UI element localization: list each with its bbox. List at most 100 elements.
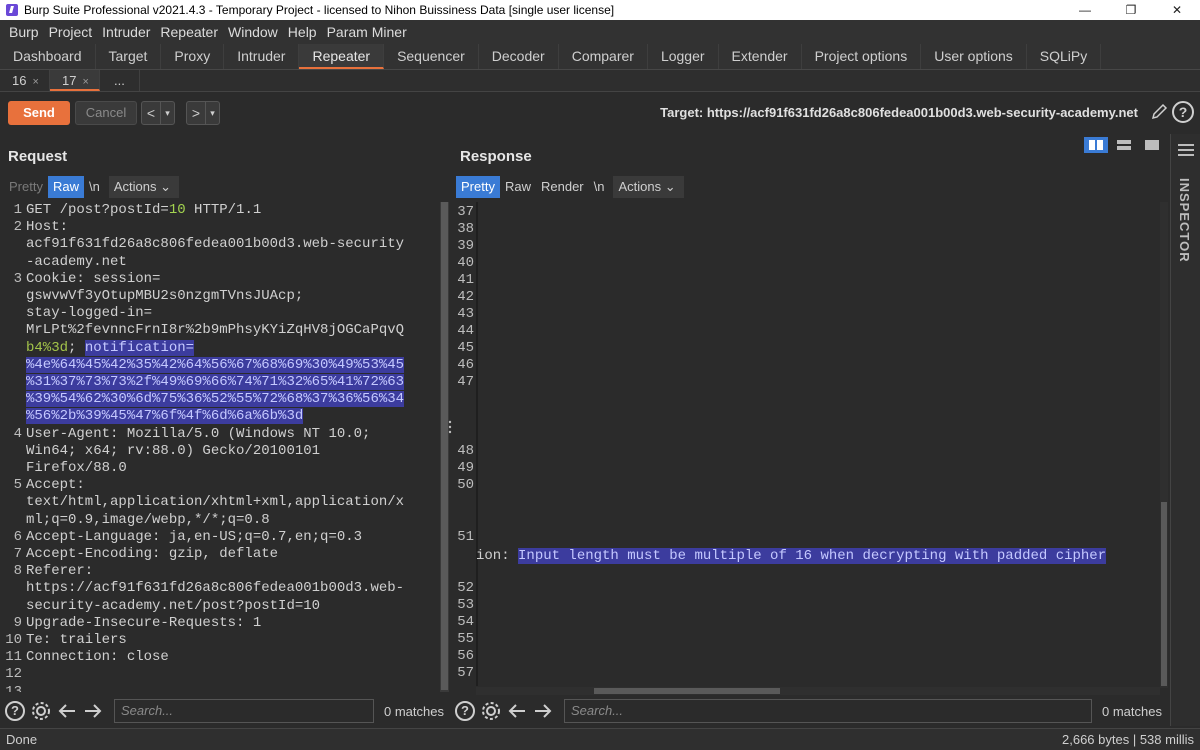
menu-window[interactable]: Window [223,24,283,40]
response-tab-newline[interactable]: \n [589,176,610,198]
header-line: acf91f631fd26a8c806fedea001b00d3.web-sec… [26,236,405,253]
repeater-tab-17[interactable]: 17 × [50,70,100,91]
restore-button[interactable]: ❐ [1108,0,1154,20]
line-number: 43 [457,306,474,322]
tab-sequencer[interactable]: Sequencer [384,44,479,69]
minimize-button[interactable]: — [1062,0,1108,20]
burp-logo-icon [6,4,18,16]
menu-project[interactable]: Project [44,24,98,40]
menu-intruder[interactable]: Intruder [97,24,155,40]
line-number: 54 [457,614,474,630]
back-dropdown-icon[interactable]: ▾ [160,102,174,124]
back-arrow-icon[interactable]: < [142,102,160,124]
menu-help[interactable]: Help [283,24,322,40]
settings-gear-icon[interactable] [480,700,502,722]
split-horizontal-icon[interactable] [1112,137,1136,153]
tab-extender[interactable]: Extender [719,44,802,69]
send-button[interactable]: Send [8,101,70,125]
request-editor[interactable]: 1 GET /post?postId=10 HTTP/1.1 2 Host: a… [4,202,440,692]
line-number: 38 [457,221,474,237]
line-number: 2 [13,219,22,236]
request-search-input[interactable]: Search... [114,699,374,723]
main-tabs: Dashboard Target Proxy Intruder Repeater… [0,44,1200,70]
line-number: 44 [457,323,474,339]
tab-comparer[interactable]: Comparer [559,44,648,69]
header-line: User-Agent: Mozilla/5.0 (Windows NT 10.0… [26,425,371,442]
response-tab-raw[interactable]: Raw [500,176,536,198]
window-controls: — ❐ ✕ [1062,0,1200,20]
close-tab-icon[interactable]: × [82,76,88,88]
response-actions-menu[interactable]: Actions ⌄ [613,176,684,198]
request-tab-raw[interactable]: Raw [47,176,84,198]
forward-dropdown-icon[interactable]: ▾ [205,102,219,124]
edit-target-pencil-icon[interactable] [1150,103,1168,121]
request-actions-menu[interactable]: Actions ⌄ [108,176,179,198]
tab-repeater[interactable]: Repeater [299,44,385,69]
inspector-sidebar[interactable]: INSPECTOR [1170,134,1200,726]
actions-label: Actions [618,179,662,194]
history-back-group[interactable]: < ▾ [141,101,175,125]
tab-sqlipy[interactable]: SQLiPy [1027,44,1102,69]
header-line: Firefox/88.0 [26,460,127,476]
line-number: 55 [457,631,474,647]
request-tab-newline[interactable]: \n [84,176,105,198]
menu-repeater[interactable]: Repeater [155,24,223,40]
response-tab-pretty[interactable]: Pretty [456,176,500,198]
tabbed-view-icon[interactable] [1140,137,1164,153]
tab-user-options[interactable]: User options [921,44,1027,69]
history-forward-group[interactable]: > ▾ [186,101,220,125]
chevron-down-icon: ⌄ [664,179,676,194]
help-icon[interactable]: ? [454,700,476,722]
tab-logger[interactable]: Logger [648,44,719,69]
request-match-count: 0 matches [384,703,444,719]
response-vertical-scrollbar-thumb[interactable] [1161,502,1167,686]
response-tab-render[interactable]: Render [536,176,589,198]
line-number: 39 [457,238,474,254]
help-icon[interactable]: ? [4,700,26,722]
line-number: 3 [13,270,22,287]
request-tab-pretty[interactable]: Pretty [4,176,48,198]
header-line: Accept: [26,477,85,494]
line-number: 50 [457,477,474,493]
panel-splitter-handle[interactable] [448,420,452,434]
header-line: Accept-Language: ja,en-US;q=0.7,en;q=0.3 [26,528,363,545]
cancel-button[interactable]: Cancel [75,101,137,125]
tab-proxy[interactable]: Proxy [161,44,225,69]
response-horizontal-scrollbar[interactable] [476,687,1160,695]
cookie-value: MrLPt%2fevnncFrnI8r%2b9mPhsyKYiZqHV8jOGC… [26,322,405,339]
settings-gear-icon[interactable] [30,700,52,722]
window-title: Burp Suite Professional v2021.4.3 - Temp… [24,3,615,17]
previous-match-arrow-icon[interactable] [506,700,528,722]
response-editor[interactable]: 37 38 39 40 41 42 43 44 45 46 47 48 49 5… [454,202,1160,686]
line-number: 45 [457,340,474,356]
header-line: https://acf91f631fd26a8c806fedea001b00d3… [26,580,405,597]
inspector-menu-icon[interactable] [1178,144,1194,159]
chevron-down-icon: ⌄ [160,179,171,194]
close-window-button[interactable]: ✕ [1154,0,1200,20]
line-number: 52 [457,580,474,596]
line-number: 8 [13,563,22,580]
response-search-input[interactable]: Search... [564,699,1092,723]
header-line: Accept-Encoding: gzip, deflate [26,546,279,562]
split-vertical-icon[interactable] [1084,137,1108,153]
previous-match-arrow-icon[interactable] [56,700,78,722]
next-match-arrow-icon[interactable] [532,700,554,722]
request-scrollbar-thumb[interactable] [441,202,448,690]
repeater-tab-16[interactable]: 16 × [0,70,50,91]
next-match-arrow-icon[interactable] [82,700,104,722]
response-match-count: 0 matches [1102,703,1162,719]
tab-project-options[interactable]: Project options [802,44,922,69]
close-tab-icon[interactable]: × [32,76,38,88]
forward-arrow-icon[interactable]: > [187,102,205,124]
request-view-tabs: Pretty Raw \n Actions ⌄ [4,176,179,198]
menu-param-miner[interactable]: Param Miner [322,24,412,40]
inspector-label[interactable]: INSPECTOR [1177,178,1192,263]
response-horizontal-scrollbar-thumb[interactable] [594,688,780,694]
tab-decoder[interactable]: Decoder [479,44,559,69]
menu-burp[interactable]: Burp [4,24,44,40]
tab-dashboard[interactable]: Dashboard [0,44,96,69]
new-tab-button[interactable]: ... [100,70,140,91]
tab-target[interactable]: Target [96,44,162,69]
help-icon[interactable]: ? [1172,101,1194,123]
tab-intruder[interactable]: Intruder [224,44,300,69]
